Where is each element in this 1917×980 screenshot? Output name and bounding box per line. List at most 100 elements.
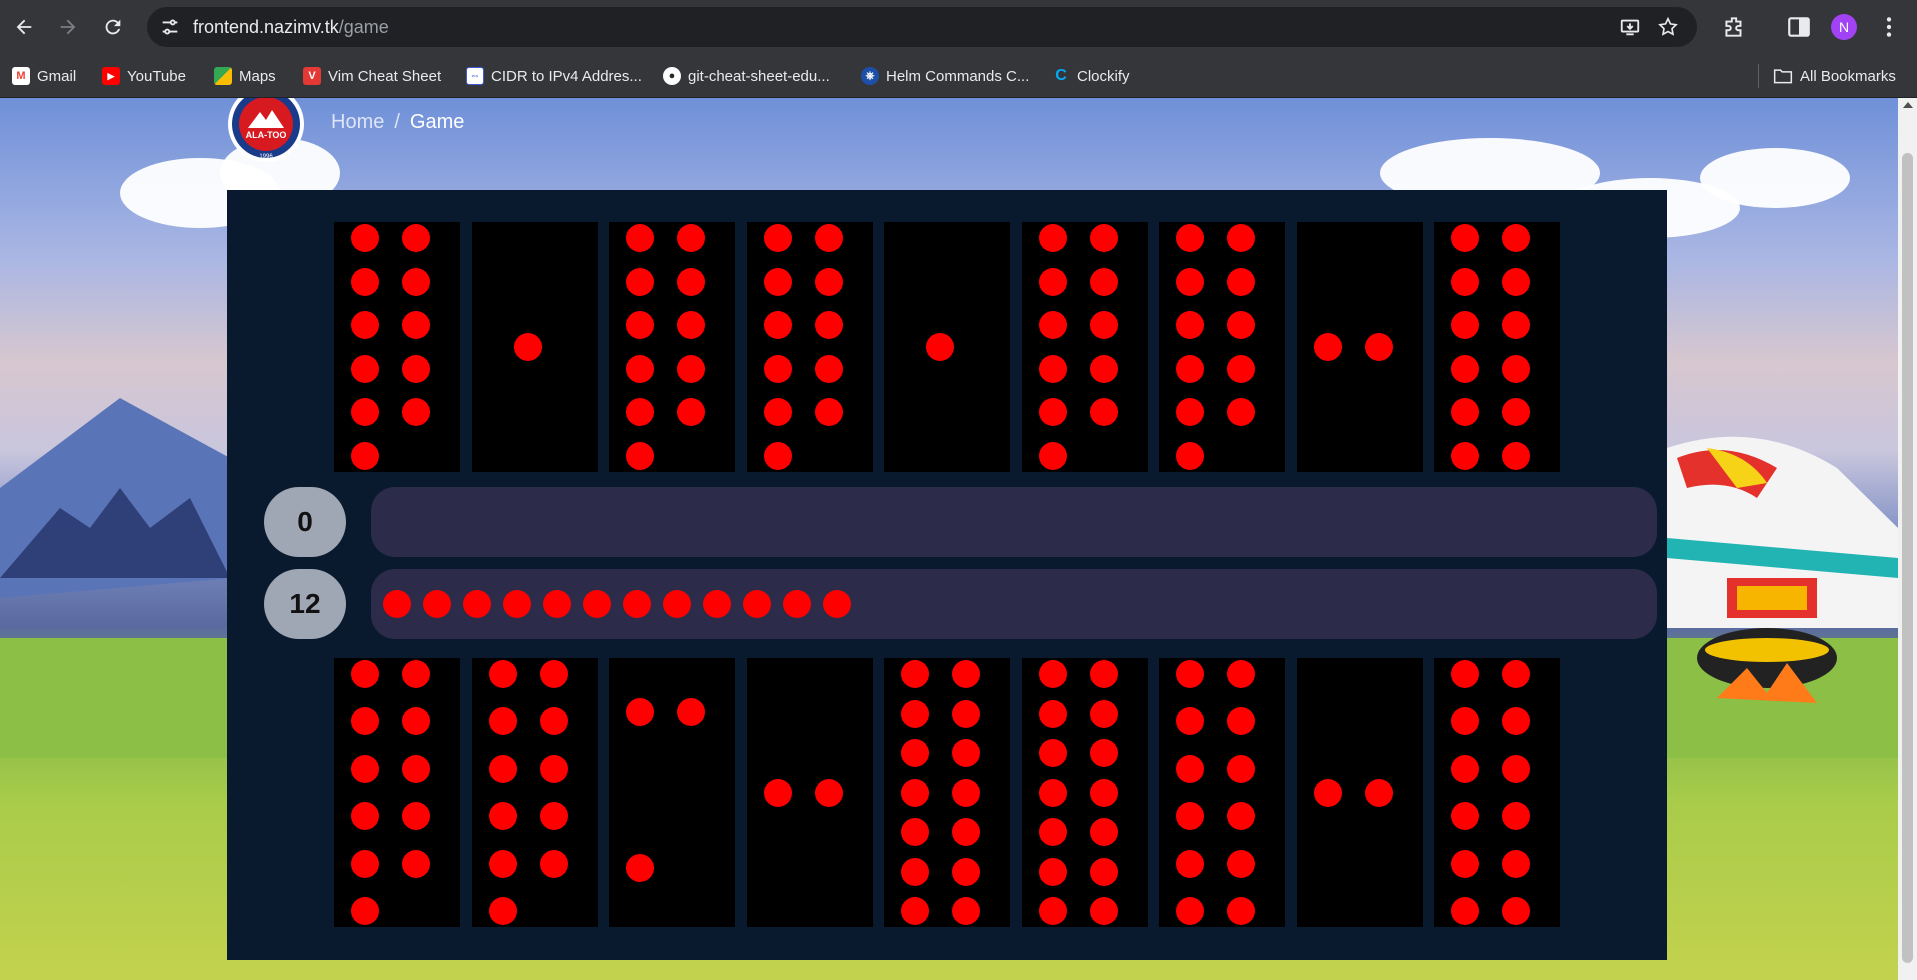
- ball: [1313, 333, 1342, 361]
- address-bar[interactable]: frontend.nazimv.tk/game: [147, 7, 1697, 47]
- reload-button[interactable]: [95, 9, 131, 45]
- ball: [1227, 354, 1255, 383]
- ball: [901, 660, 929, 688]
- top-pit-8[interactable]: [1296, 222, 1423, 472]
- bookmark-vim-cheat-sheet[interactable]: V Vim Cheat Sheet: [303, 64, 441, 88]
- ball: [1451, 398, 1479, 427]
- ball: [1176, 224, 1204, 252]
- top-pit-5[interactable]: [884, 222, 1010, 472]
- ball: [626, 398, 654, 427]
- ball: [952, 857, 980, 886]
- extensions-icon[interactable]: [1721, 14, 1747, 40]
- kazan-ball: [823, 590, 851, 618]
- ball: [677, 697, 705, 726]
- ball: [1089, 354, 1118, 383]
- bottom-pit-8[interactable]: [1296, 658, 1423, 927]
- vim-icon: V: [303, 67, 321, 85]
- ball: [351, 224, 379, 252]
- ball: [763, 778, 792, 807]
- breadcrumb-home[interactable]: Home: [331, 111, 384, 134]
- github-icon: ●: [663, 67, 681, 85]
- back-button[interactable]: [6, 9, 42, 45]
- side-panel-icon[interactable]: [1786, 14, 1812, 40]
- ball: [1227, 849, 1255, 878]
- ball: [1227, 707, 1255, 736]
- ball: [763, 224, 792, 252]
- cidr-icon: ⇔: [466, 67, 484, 85]
- all-bookmarks-button[interactable]: All Bookmarks: [1773, 64, 1896, 88]
- ball: [402, 224, 430, 252]
- site-settings-icon[interactable]: [159, 16, 181, 38]
- kazan-ball: [583, 590, 611, 618]
- ball: [539, 707, 568, 736]
- ball: [1038, 739, 1067, 767]
- install-app-icon[interactable]: [1619, 16, 1641, 38]
- profile-avatar[interactable]: N: [1831, 14, 1857, 40]
- ball: [1176, 442, 1204, 470]
- ball: [402, 354, 430, 383]
- bookmark-helm[interactable]: ⎈ Helm Commands C...: [861, 64, 1029, 88]
- ball: [1451, 897, 1479, 925]
- ball: [539, 802, 568, 831]
- top-pit-2[interactable]: [471, 222, 598, 472]
- bookmark-clockify[interactable]: C Clockify: [1052, 64, 1129, 88]
- ball: [1451, 224, 1479, 252]
- top-pit-9[interactable]: [1434, 222, 1560, 472]
- ball: [901, 778, 929, 807]
- ball: [626, 311, 654, 340]
- top-pit-7[interactable]: [1159, 222, 1285, 472]
- reload-icon: [105, 19, 121, 35]
- bottom-pit-3[interactable]: [609, 658, 735, 927]
- kazan-ball: [503, 590, 531, 618]
- bottom-pit-2[interactable]: [471, 658, 598, 927]
- ball: [1038, 818, 1067, 846]
- bookmark-star-icon[interactable]: [1657, 16, 1679, 38]
- ball: [1451, 707, 1479, 736]
- bookmark-youtube[interactable]: ▶ YouTube: [102, 64, 186, 88]
- ball: [351, 442, 379, 470]
- bookmark-gmail[interactable]: M Gmail: [12, 64, 76, 88]
- ball: [952, 818, 980, 846]
- ball: [1038, 778, 1067, 807]
- bookmark-cidr[interactable]: ⇔ CIDR to IPv4 Addres...: [466, 64, 642, 88]
- maps-icon: [214, 67, 232, 85]
- bottom-pit-7[interactable]: [1159, 658, 1285, 927]
- ball: [901, 857, 929, 886]
- forward-button[interactable]: [50, 9, 86, 45]
- top-pit-6[interactable]: [1021, 222, 1148, 472]
- ball: [1089, 267, 1118, 296]
- ball: [1227, 311, 1255, 340]
- ball: [488, 660, 517, 688]
- more-menu-icon[interactable]: [1876, 14, 1902, 40]
- bottom-pit-5[interactable]: [884, 658, 1010, 927]
- bookmark-label: git-cheat-sheet-edu...: [688, 67, 830, 85]
- bottom-pit-4[interactable]: [746, 658, 873, 927]
- scroll-up-arrow-icon[interactable]: [1903, 102, 1913, 108]
- bottom-pit-6[interactable]: [1021, 658, 1148, 927]
- ball: [1502, 849, 1530, 878]
- bookmark-git-cheat-sheet[interactable]: ● git-cheat-sheet-edu...: [663, 64, 830, 88]
- ball: [351, 354, 379, 383]
- ball: [1502, 754, 1530, 783]
- top-pit-4[interactable]: [746, 222, 873, 472]
- ball: [626, 697, 654, 726]
- ball: [814, 311, 843, 340]
- ball: [488, 707, 517, 736]
- page-scrollbar[interactable]: [1898, 98, 1917, 980]
- bottom-pit-1[interactable]: [334, 658, 460, 927]
- ball: [763, 442, 792, 470]
- ball: [1038, 699, 1067, 728]
- bookmark-maps[interactable]: Maps: [214, 64, 276, 88]
- top-pit-1[interactable]: [334, 222, 460, 472]
- ball: [402, 660, 430, 688]
- bottom-pit-9[interactable]: [1434, 658, 1560, 927]
- bookmark-label: Gmail: [37, 67, 77, 85]
- gmail-icon: M: [12, 67, 30, 85]
- bookmarks-divider: [1758, 64, 1759, 88]
- ball: [1089, 699, 1118, 728]
- url-text[interactable]: frontend.nazimv.tk/game: [193, 17, 389, 38]
- top-pit-3[interactable]: [609, 222, 735, 472]
- ball: [1451, 311, 1479, 340]
- scrollbar-thumb[interactable]: [1902, 153, 1913, 963]
- ball: [1451, 660, 1479, 688]
